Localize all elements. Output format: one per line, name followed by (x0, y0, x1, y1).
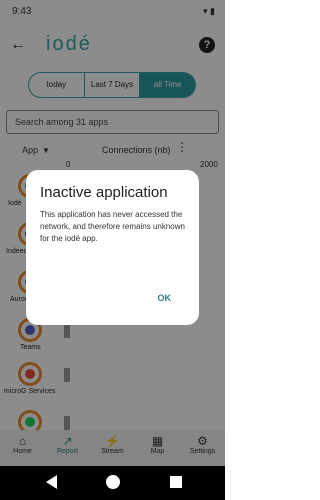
system-navigation-bar (0, 466, 225, 500)
dialog-title: Inactive application (40, 184, 168, 201)
dialog-message: This application has never accessed the … (40, 210, 185, 243)
ok-button[interactable]: OK (158, 293, 172, 303)
system-home-icon[interactable] (106, 475, 120, 489)
inactive-application-dialog: Inactive application This application ha… (26, 170, 199, 325)
system-back-icon[interactable] (46, 475, 57, 489)
system-recents-icon[interactable] (170, 476, 182, 488)
